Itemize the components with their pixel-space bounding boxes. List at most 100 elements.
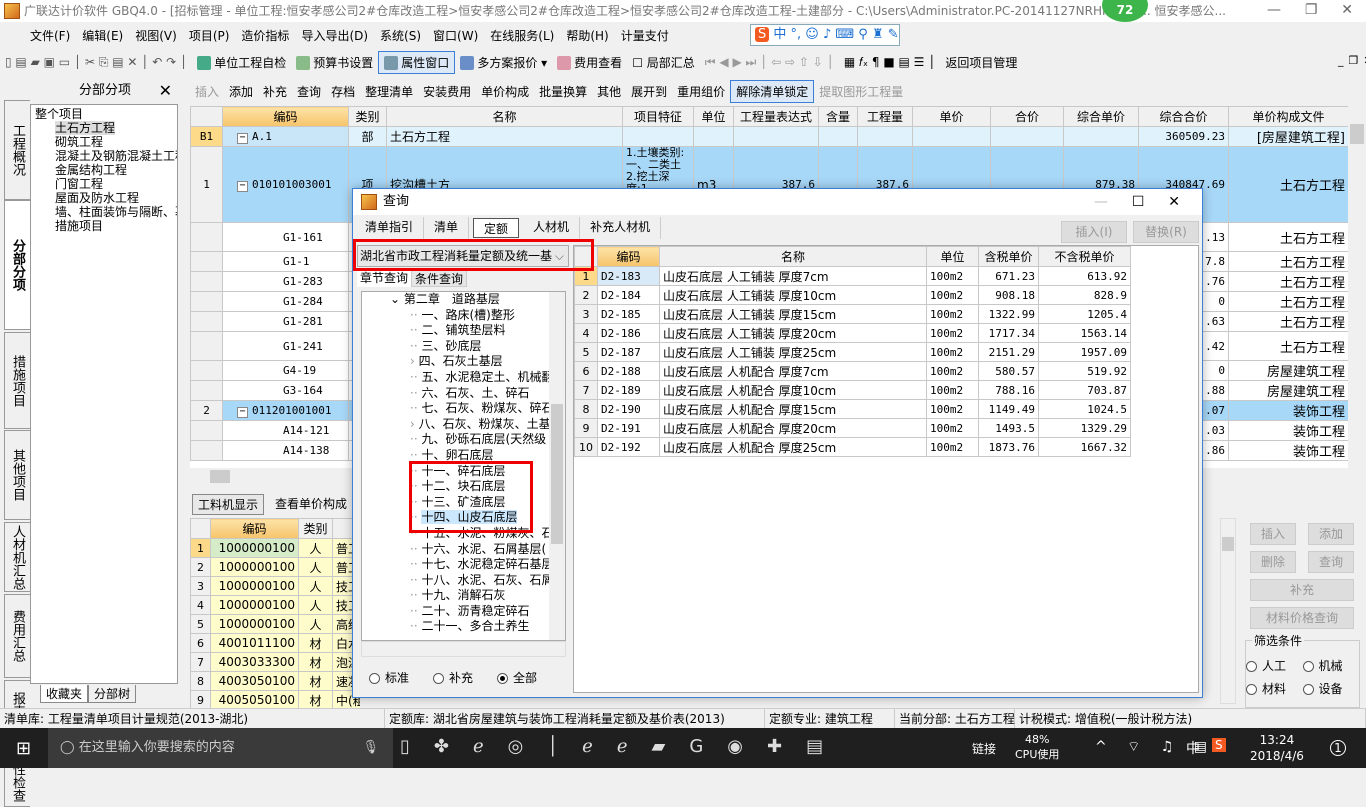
column-header[interactable]: 含量: [818, 106, 858, 127]
dialog-tab[interactable]: 定额: [473, 218, 520, 238]
vtab[interactable]: 人材机汇总: [4, 522, 30, 592]
tree-node[interactable]: ·· 五、水泥稳定土、机械翻: [362, 370, 550, 386]
left-bottom-tab[interactable]: 分部树: [88, 685, 137, 703]
vtab[interactable]: 费用汇总: [4, 594, 30, 678]
tree-node[interactable]: ·· 十三、矿渣底层: [362, 495, 550, 511]
ime-toolbar[interactable]: S 中 °, ☺ ♪ ⌨ ⚲ ♜ ✎: [750, 24, 900, 46]
column-header[interactable]: 项目特征: [622, 106, 694, 127]
menu-item[interactable]: 在线服务(L): [484, 25, 560, 47]
restore-button[interactable]: ❐: [1305, 2, 1318, 18]
close-button[interactable]: ✕: [1341, 2, 1353, 18]
grid-toolbar-item[interactable]: 提取图形工程量: [814, 83, 908, 100]
lower-vscrollbar[interactable]: [1220, 518, 1236, 704]
column-header[interactable]: 编码: [210, 518, 299, 539]
dialog-tab[interactable]: 补充人材机: [580, 217, 662, 239]
menu-item[interactable]: 项目(P): [183, 25, 236, 47]
collapse-icon[interactable]: −: [237, 406, 248, 418]
notifications-badge[interactable]: 1: [1330, 740, 1346, 756]
tree-hscrollbar[interactable]: [361, 641, 566, 657]
library-select[interactable]: 湖北省市政工程消耗量定额及统一基 ⌵: [357, 245, 569, 267]
table-row[interactable]: 2 D2-184 山皮石底层 人工铺装 厚度10cm 100m2 908.18 828.9: [574, 285, 1131, 305]
ime-indicator[interactable]: 中: [1186, 738, 1200, 758]
column-header[interactable]: 名称: [386, 106, 623, 127]
filter-radio[interactable]: 人工: [1246, 657, 1303, 674]
column-header[interactable]: 单位: [693, 106, 734, 127]
back-project-button[interactable]: 返回项目管理: [940, 54, 1022, 71]
sogou-icon[interactable]: S: [1212, 738, 1226, 752]
grid-toolbar-item[interactable]: 解除清单锁定: [730, 79, 815, 103]
tree-node[interactable]: ·· 三、砂底层: [362, 339, 550, 355]
grid-toolbar-item[interactable]: 批量换算: [534, 83, 592, 100]
vtab[interactable]: 工程概况: [4, 100, 30, 200]
close-panel-icon[interactable]: ✕: [159, 80, 172, 102]
table-row[interactable]: 6 D2-188 山皮石底层 人机配合 厚度7cm 100m2 580.57 519.92: [574, 361, 1131, 381]
menu-item[interactable]: 编辑(E): [76, 25, 129, 47]
tree-node[interactable]: ·· 十五、水泥、粉煤灰、石: [362, 526, 550, 542]
tree-node[interactable]: ·· 六、石灰、土、碎石: [362, 386, 550, 402]
tree-node[interactable]: ·· 十一、碎石底层: [362, 464, 550, 480]
dialog-subtab[interactable]: 条件查询: [411, 269, 468, 287]
grid-toolbar-item[interactable]: 补充: [258, 83, 292, 100]
replace-button[interactable]: 替换(R): [1133, 221, 1199, 243]
vtab[interactable]: 措施项目: [4, 332, 30, 429]
table-row[interactable]: 1 1000000100 人普工: [190, 538, 360, 558]
dialog-tab[interactable]: 清单: [424, 217, 470, 239]
tree-node[interactable]: › 八、石灰、粉煤灰、土基: [362, 417, 550, 433]
lower-button[interactable]: 材料价格查询: [1250, 607, 1354, 629]
table-row[interactable]: 8 D2-190 山皮石底层 人机配合 厚度15cm 100m2 1149.49 1024…: [574, 399, 1131, 419]
collapse-icon[interactable]: −: [237, 132, 248, 144]
filter-radio[interactable]: 材料: [1246, 680, 1303, 697]
dialog-tab[interactable]: 清单指引: [355, 217, 425, 239]
dialog-minimize-button[interactable]: —: [1094, 189, 1108, 215]
table-row[interactable]: 94005050100材中(粗): [190, 690, 360, 708]
grid-toolbar-item[interactable]: 安装费用: [418, 83, 476, 100]
table-row[interactable]: 2 1000000100 人普工: [190, 557, 360, 577]
column-header[interactable]: 编码: [222, 106, 349, 127]
lower-button[interactable]: 添加: [1308, 523, 1354, 545]
mdi-controls[interactable]: _❐✕: [1338, 54, 1366, 67]
tree-node[interactable]: ·· 十九、消解石灰: [362, 588, 550, 604]
column-header[interactable]: 工程量表达式: [733, 106, 819, 127]
tree-item[interactable]: 屋面及防水工程: [35, 191, 173, 205]
table-row[interactable]: 4 D2-186 山皮石底层 人工铺装 厚度20cm 100m2 1717.34 1563…: [574, 323, 1131, 343]
table-row[interactable]: 3 1000000100 人技工: [190, 576, 360, 596]
column-header[interactable]: 工程量: [857, 106, 913, 127]
dialog-subtab[interactable]: 章节查询: [357, 269, 412, 287]
tree-node[interactable]: ·· 十六、水泥、石屑基层(: [362, 542, 550, 558]
library-filter-radio[interactable]: 全部: [497, 669, 537, 686]
column-header[interactable]: 不含税单价: [1038, 246, 1131, 267]
table-row[interactable]: 7 4003033300 材泡沫: [190, 652, 360, 672]
grid-toolbar-item[interactable]: 其他: [592, 83, 626, 100]
table-row[interactable]: 10 D2-192 山皮石底层 人机配合 厚度25cm 100m2 1873.76 166…: [574, 437, 1131, 457]
lower-button[interactable]: 查询: [1308, 551, 1354, 573]
menu-item[interactable]: 导入导出(D): [295, 25, 374, 47]
dialog-tab[interactable]: 人材机: [523, 217, 581, 239]
table-row[interactable]: 6 4001011100 材白水: [190, 633, 360, 653]
table-row[interactable]: 5 D2-187 山皮石底层 人工铺装 厚度25cm 100m2 2151.29 1957…: [574, 342, 1131, 362]
vtab[interactable]: 分部分项: [4, 200, 30, 330]
vtab[interactable]: 其他项目: [4, 430, 30, 520]
lower-button[interactable]: 补充: [1250, 579, 1354, 601]
column-header[interactable]: 综合合价: [1138, 106, 1229, 127]
grid-toolbar-item[interactable]: 插入: [190, 83, 224, 100]
tree-item[interactable]: 混凝土及钢筋混凝土工程: [35, 149, 177, 163]
partial-summary-checkbox[interactable]: ☐ 局部汇总: [627, 54, 700, 71]
column-header[interactable]: 编码: [597, 246, 660, 267]
insert-button[interactable]: 插入(I): [1061, 221, 1127, 243]
collapse-icon[interactable]: −: [237, 180, 248, 192]
left-bottom-tab[interactable]: 收藏夹: [40, 685, 89, 703]
grid-toolbar-item[interactable]: 整理清单: [360, 83, 418, 100]
multi-quote-button[interactable]: 多方案报价 ▾: [455, 54, 552, 71]
grid-toolbar-item[interactable]: 添加: [224, 83, 258, 100]
library-filter-radio[interactable]: 标准: [369, 669, 409, 686]
lower-tab[interactable]: 查看单价构成: [270, 494, 352, 515]
tree-node[interactable]: ·· 二、铺筑垫层料: [362, 323, 550, 339]
tree-node-chapter[interactable]: ⌄ 第二章 道路基层: [362, 292, 550, 308]
tree-node[interactable]: ·· 二十一、多合土养生: [362, 619, 550, 635]
tree-node[interactable]: ·· 十、卵石底层: [362, 448, 550, 464]
table-row[interactable]: 1 D2-183 山皮石底层 人工铺装 厚度7cm 100m2 671.23 613.92: [574, 266, 1131, 286]
tree-node[interactable]: ·· 十四、山皮石底层: [362, 510, 550, 526]
tree-item[interactable]: 砌筑工程: [35, 135, 173, 149]
budget-settings-button[interactable]: 预算书设置: [291, 54, 378, 71]
taskbar-apps[interactable]: ▯✤ℯ◎│ℯℯ▰G◉✚▤: [400, 736, 847, 757]
